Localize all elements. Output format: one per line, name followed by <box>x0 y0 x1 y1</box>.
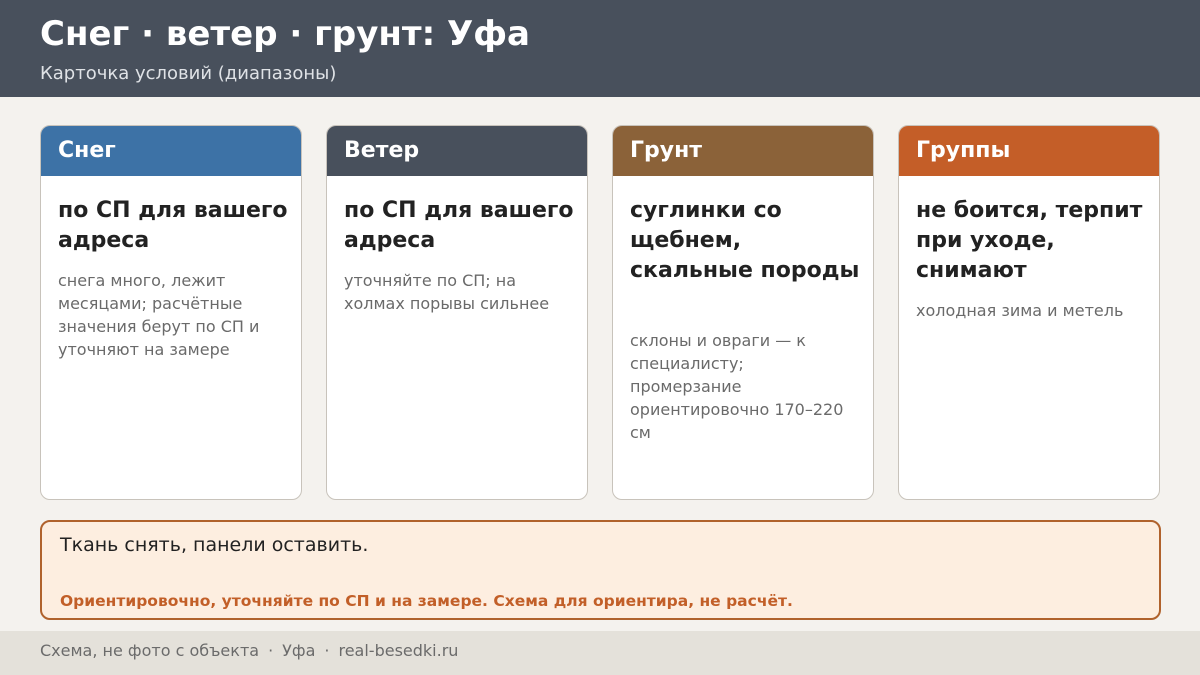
card-soil: Грунт суглинки со щебнем, скальные пород… <box>612 125 874 500</box>
footer-site: real-besedki.ru <box>338 641 459 660</box>
page-footer: Схема, не фото с объекта · Уфа · real-besedk… <box>0 631 1200 675</box>
card-snow: Снег по СП для вашего адреса снега много… <box>40 125 302 500</box>
recommendation-text: Ткань снять, панели оставить. <box>60 534 369 556</box>
card-wind: Ветер по СП для вашего адреса уточняйте … <box>326 125 588 500</box>
footer-city: Уфа <box>282 641 316 660</box>
card-groups: Группы не боится, терпит при уходе, сним… <box>898 125 1160 500</box>
footer-caption: Схема, не фото с объекта <box>40 641 260 660</box>
card-wind-note: уточняйте по СП; на холмах порывы сильне… <box>344 271 550 313</box>
card-snow-header: Снег <box>41 126 301 176</box>
card-soil-header: Грунт <box>613 126 873 176</box>
recommendation-box: Ткань снять, панели оставить. Ориентиров… <box>40 520 1161 620</box>
card-wind-header: Ветер <box>327 126 587 176</box>
card-soil-note: склоны и овраги — к специалисту; промерз… <box>630 331 844 442</box>
footer-text: Схема, не фото с объекта · Уфа · real-besedk… <box>40 641 458 660</box>
footer-separator: · <box>268 641 274 660</box>
card-snow-note: снега много, лежит месяцами; расчётные з… <box>58 271 260 359</box>
page-title: Снег · ветер · грунт: Уфа <box>40 14 530 54</box>
disclaimer-text: Ориентировочно, уточняйте по СП и на зам… <box>60 592 793 610</box>
footer-separator: · <box>324 641 330 660</box>
card-snow-value: по СП для вашего адреса <box>58 198 288 253</box>
card-groups-header: Группы <box>899 126 1159 176</box>
card-soil-value: суглинки со щебнем, скальные породы <box>630 198 860 283</box>
page-subtitle: Карточка условий (диапазоны) <box>40 63 337 84</box>
card-groups-note: холодная зима и метель <box>916 301 1124 320</box>
card-groups-value: не боится, терпит при уходе, снимают <box>916 198 1143 283</box>
page-header: Снег · ветер · грунт: Уфа Карточка услов… <box>0 0 1200 97</box>
card-wind-value: по СП для вашего адреса <box>344 198 574 253</box>
